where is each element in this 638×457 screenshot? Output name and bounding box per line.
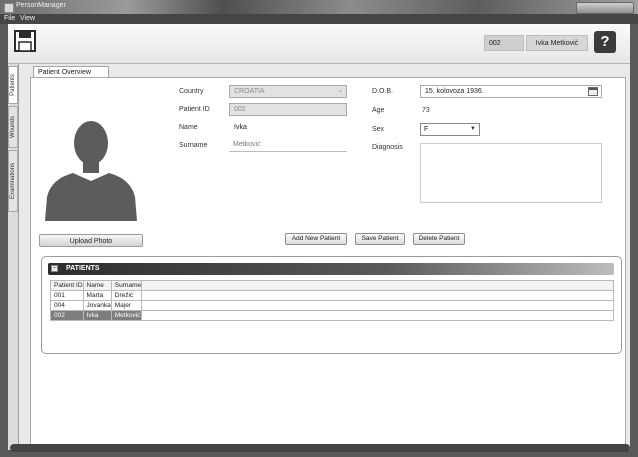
cell-surname: Drežić xyxy=(110,290,143,301)
window-title: PersonManager xyxy=(16,2,66,9)
age-value: 73 xyxy=(422,107,430,114)
table-row[interactable]: 001 Marta Drežić xyxy=(50,290,614,301)
table-row[interactable]: 004 Jovanka Majer xyxy=(50,300,614,311)
table-header-filler xyxy=(141,280,614,291)
collapse-icon[interactable]: − xyxy=(51,265,58,272)
country-value: CROATIA xyxy=(234,88,265,95)
save-icon[interactable] xyxy=(14,30,36,52)
patient-overview-panel: Upload Photo Country CROATIA ⌄ Patient I… xyxy=(30,77,626,449)
current-patient-id: 002 xyxy=(484,35,524,51)
chevron-down-icon: ▼ xyxy=(470,126,476,132)
save-patient-button[interactable]: Save Patient xyxy=(355,233,405,245)
cell-name: Jovanka xyxy=(82,300,112,311)
cell-patient-id: 002 xyxy=(50,310,84,321)
sex-label: Sex xyxy=(372,126,385,133)
patients-panel-title: PATIENTS xyxy=(66,265,100,272)
name-field[interactable]: Ivka xyxy=(229,121,347,134)
patients-panel: − PATIENTS Patient ID Name Surname 001 M… xyxy=(41,256,622,354)
column-header-patient-id[interactable]: Patient ID xyxy=(50,280,84,291)
current-patient-name: Ivka Metković xyxy=(526,35,588,51)
diagnosis-label: Diagnosis xyxy=(372,144,403,151)
sex-select[interactable]: F ▼ xyxy=(420,123,480,136)
dob-value: 15. kolovoza 1936. xyxy=(425,88,484,95)
main-window: 002 Ivka Metković ? Patients Wounds Exam… xyxy=(8,24,630,450)
diagnosis-textarea[interactable] xyxy=(420,143,602,203)
patients-table: Patient ID Name Surname 001 Marta Drežić… xyxy=(50,280,614,321)
row-filler xyxy=(141,300,614,311)
surname-label: Surname xyxy=(179,142,208,149)
column-header-surname[interactable]: Surname xyxy=(110,280,143,291)
name-label: Name xyxy=(179,124,198,131)
dob-label: D.O.B. xyxy=(372,88,394,95)
tab-patient-overview[interactable]: Patient Overview xyxy=(33,66,109,77)
table-header-row: Patient ID Name Surname xyxy=(50,280,614,291)
help-button[interactable]: ? xyxy=(594,31,616,53)
menu-bar: File View xyxy=(0,14,638,24)
cell-patient-id: 004 xyxy=(50,300,84,311)
patient-id-label: Patient ID xyxy=(179,106,210,113)
tab-patients[interactable]: Patients xyxy=(8,66,18,104)
cell-name: Ivka xyxy=(82,310,112,321)
window-controls[interactable] xyxy=(576,2,634,14)
patients-panel-header: − PATIENTS xyxy=(48,263,614,275)
surname-field[interactable]: Metković xyxy=(229,139,347,152)
patient-id-field: 002 xyxy=(229,103,347,116)
cell-patient-id: 001 xyxy=(50,290,84,301)
menu-view[interactable]: View xyxy=(20,15,35,22)
tab-wounds-label: Wounds xyxy=(10,116,16,138)
toolbar: 002 Ivka Metković ? xyxy=(8,24,630,64)
row-filler xyxy=(141,310,614,321)
delete-patient-button[interactable]: Delete Patient xyxy=(413,233,465,245)
tab-examinations-label: Examinations xyxy=(10,162,16,200)
country-label: Country xyxy=(179,88,204,95)
avatar-placeholder-icon xyxy=(45,121,137,221)
side-tab-strip: Patients Wounds Examinations xyxy=(8,64,19,450)
chevron-down-icon: ⌄ xyxy=(337,88,343,94)
title-bar: PersonManager xyxy=(0,0,638,14)
sex-value: F xyxy=(424,126,429,133)
country-select[interactable]: CROATIA ⌄ xyxy=(229,85,347,98)
app-icon xyxy=(4,3,14,13)
table-row-selected[interactable]: 002 Ivka Metković xyxy=(50,310,614,321)
age-label: Age xyxy=(372,107,385,114)
cell-surname: Metković xyxy=(110,310,143,321)
tab-examinations[interactable]: Examinations xyxy=(8,150,18,212)
cell-name: Marta xyxy=(82,290,112,301)
column-header-name[interactable]: Name xyxy=(82,280,112,291)
tab-wounds[interactable]: Wounds xyxy=(8,106,18,148)
menu-file[interactable]: File xyxy=(4,15,15,22)
calendar-icon[interactable] xyxy=(588,87,598,96)
add-new-patient-button[interactable]: Add New Patient xyxy=(285,233,347,245)
dob-date-picker[interactable]: 15. kolovoza 1936. xyxy=(420,85,602,98)
row-filler xyxy=(141,290,614,301)
horizontal-scrollbar[interactable] xyxy=(10,444,630,452)
tab-patients-label: Patients xyxy=(10,74,16,96)
upload-photo-button[interactable]: Upload Photo xyxy=(39,234,143,247)
cell-surname: Majer xyxy=(110,300,143,311)
